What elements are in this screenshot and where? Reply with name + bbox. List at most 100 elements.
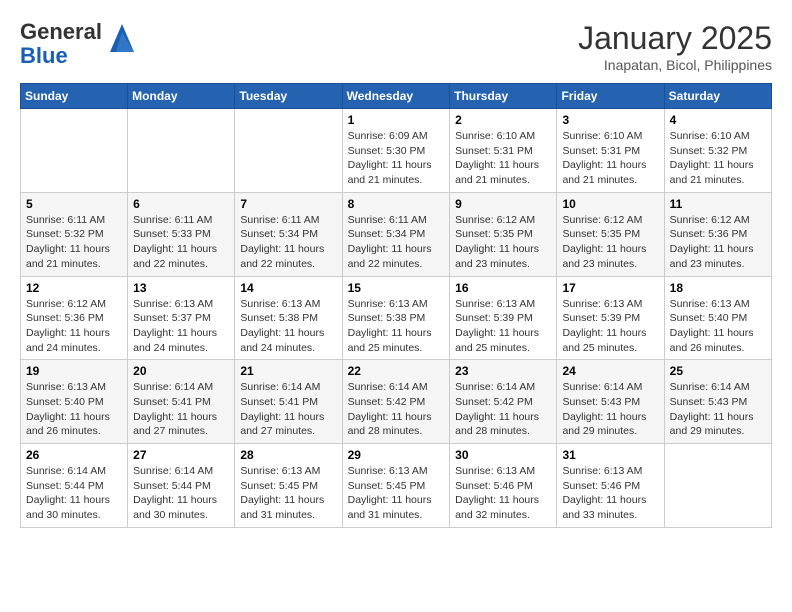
- day-info: Sunrise: 6:13 AMSunset: 5:39 PMDaylight:…: [455, 297, 551, 356]
- calendar-cell: 16 Sunrise: 6:13 AMSunset: 5:39 PMDaylig…: [450, 276, 557, 360]
- day-number: 21: [240, 364, 336, 378]
- calendar-cell: 9 Sunrise: 6:12 AMSunset: 5:35 PMDayligh…: [450, 192, 557, 276]
- calendar-cell: 1 Sunrise: 6:09 AMSunset: 5:30 PMDayligh…: [342, 109, 450, 193]
- day-info: Sunrise: 6:13 AMSunset: 5:45 PMDaylight:…: [240, 464, 336, 523]
- month-title: January 2025: [578, 20, 772, 57]
- day-info: Sunrise: 6:14 AMSunset: 5:41 PMDaylight:…: [240, 380, 336, 439]
- calendar-cell: 28 Sunrise: 6:13 AMSunset: 5:45 PMDaylig…: [235, 444, 342, 528]
- day-info: Sunrise: 6:13 AMSunset: 5:46 PMDaylight:…: [562, 464, 658, 523]
- day-info: Sunrise: 6:11 AMSunset: 5:33 PMDaylight:…: [133, 213, 229, 272]
- weekday-header: Saturday: [664, 84, 771, 109]
- day-number: 19: [26, 364, 122, 378]
- title-block: January 2025 Inapatan, Bicol, Philippine…: [578, 20, 772, 73]
- day-info: Sunrise: 6:12 AMSunset: 5:36 PMDaylight:…: [26, 297, 122, 356]
- day-number: 16: [455, 281, 551, 295]
- weekday-header: Thursday: [450, 84, 557, 109]
- day-number: 25: [670, 364, 766, 378]
- calendar-week-row: 12 Sunrise: 6:12 AMSunset: 5:36 PMDaylig…: [21, 276, 772, 360]
- calendar-cell: 3 Sunrise: 6:10 AMSunset: 5:31 PMDayligh…: [557, 109, 664, 193]
- calendar-table: SundayMondayTuesdayWednesdayThursdayFrid…: [20, 83, 772, 528]
- calendar-cell: 8 Sunrise: 6:11 AMSunset: 5:34 PMDayligh…: [342, 192, 450, 276]
- calendar-cell: 13 Sunrise: 6:13 AMSunset: 5:37 PMDaylig…: [128, 276, 235, 360]
- day-number: 30: [455, 448, 551, 462]
- day-number: 29: [348, 448, 445, 462]
- calendar-cell: 24 Sunrise: 6:14 AMSunset: 5:43 PMDaylig…: [557, 360, 664, 444]
- calendar-week-row: 19 Sunrise: 6:13 AMSunset: 5:40 PMDaylig…: [21, 360, 772, 444]
- calendar-week-row: 5 Sunrise: 6:11 AMSunset: 5:32 PMDayligh…: [21, 192, 772, 276]
- day-info: Sunrise: 6:13 AMSunset: 5:39 PMDaylight:…: [562, 297, 658, 356]
- calendar-week-row: 26 Sunrise: 6:14 AMSunset: 5:44 PMDaylig…: [21, 444, 772, 528]
- day-info: Sunrise: 6:13 AMSunset: 5:37 PMDaylight:…: [133, 297, 229, 356]
- day-number: 5: [26, 197, 122, 211]
- day-info: Sunrise: 6:13 AMSunset: 5:38 PMDaylight:…: [240, 297, 336, 356]
- logo-text: General Blue: [20, 20, 102, 68]
- calendar-week-row: 1 Sunrise: 6:09 AMSunset: 5:30 PMDayligh…: [21, 109, 772, 193]
- weekday-header: Wednesday: [342, 84, 450, 109]
- location-subtitle: Inapatan, Bicol, Philippines: [578, 57, 772, 73]
- day-number: 9: [455, 197, 551, 211]
- day-info: Sunrise: 6:12 AMSunset: 5:36 PMDaylight:…: [670, 213, 766, 272]
- day-number: 11: [670, 197, 766, 211]
- day-info: Sunrise: 6:14 AMSunset: 5:43 PMDaylight:…: [562, 380, 658, 439]
- weekday-header: Sunday: [21, 84, 128, 109]
- day-info: Sunrise: 6:14 AMSunset: 5:44 PMDaylight:…: [26, 464, 122, 523]
- calendar-cell: 2 Sunrise: 6:10 AMSunset: 5:31 PMDayligh…: [450, 109, 557, 193]
- calendar-cell: 18 Sunrise: 6:13 AMSunset: 5:40 PMDaylig…: [664, 276, 771, 360]
- calendar-cell: 27 Sunrise: 6:14 AMSunset: 5:44 PMDaylig…: [128, 444, 235, 528]
- calendar-cell: 12 Sunrise: 6:12 AMSunset: 5:36 PMDaylig…: [21, 276, 128, 360]
- day-number: 17: [562, 281, 658, 295]
- calendar-cell: 20 Sunrise: 6:14 AMSunset: 5:41 PMDaylig…: [128, 360, 235, 444]
- day-number: 24: [562, 364, 658, 378]
- calendar-cell: 25 Sunrise: 6:14 AMSunset: 5:43 PMDaylig…: [664, 360, 771, 444]
- calendar-cell: 17 Sunrise: 6:13 AMSunset: 5:39 PMDaylig…: [557, 276, 664, 360]
- day-info: Sunrise: 6:09 AMSunset: 5:30 PMDaylight:…: [348, 129, 445, 188]
- calendar-cell: [664, 444, 771, 528]
- calendar-cell: 29 Sunrise: 6:13 AMSunset: 5:45 PMDaylig…: [342, 444, 450, 528]
- day-info: Sunrise: 6:14 AMSunset: 5:41 PMDaylight:…: [133, 380, 229, 439]
- weekday-header: Monday: [128, 84, 235, 109]
- calendar-cell: 4 Sunrise: 6:10 AMSunset: 5:32 PMDayligh…: [664, 109, 771, 193]
- day-info: Sunrise: 6:13 AMSunset: 5:40 PMDaylight:…: [26, 380, 122, 439]
- day-info: Sunrise: 6:13 AMSunset: 5:40 PMDaylight:…: [670, 297, 766, 356]
- day-info: Sunrise: 6:13 AMSunset: 5:46 PMDaylight:…: [455, 464, 551, 523]
- calendar-cell: 5 Sunrise: 6:11 AMSunset: 5:32 PMDayligh…: [21, 192, 128, 276]
- day-number: 3: [562, 113, 658, 127]
- day-number: 2: [455, 113, 551, 127]
- day-info: Sunrise: 6:10 AMSunset: 5:31 PMDaylight:…: [562, 129, 658, 188]
- day-number: 27: [133, 448, 229, 462]
- day-number: 26: [26, 448, 122, 462]
- day-number: 20: [133, 364, 229, 378]
- calendar-cell: 22 Sunrise: 6:14 AMSunset: 5:42 PMDaylig…: [342, 360, 450, 444]
- day-info: Sunrise: 6:10 AMSunset: 5:31 PMDaylight:…: [455, 129, 551, 188]
- calendar-cell: 26 Sunrise: 6:14 AMSunset: 5:44 PMDaylig…: [21, 444, 128, 528]
- weekday-header: Friday: [557, 84, 664, 109]
- day-info: Sunrise: 6:11 AMSunset: 5:32 PMDaylight:…: [26, 213, 122, 272]
- day-info: Sunrise: 6:14 AMSunset: 5:44 PMDaylight:…: [133, 464, 229, 523]
- day-number: 31: [562, 448, 658, 462]
- day-number: 8: [348, 197, 445, 211]
- day-number: 4: [670, 113, 766, 127]
- day-info: Sunrise: 6:11 AMSunset: 5:34 PMDaylight:…: [240, 213, 336, 272]
- calendar-cell: 21 Sunrise: 6:14 AMSunset: 5:41 PMDaylig…: [235, 360, 342, 444]
- day-number: 7: [240, 197, 336, 211]
- day-number: 28: [240, 448, 336, 462]
- calendar-cell: 23 Sunrise: 6:14 AMSunset: 5:42 PMDaylig…: [450, 360, 557, 444]
- day-info: Sunrise: 6:12 AMSunset: 5:35 PMDaylight:…: [455, 213, 551, 272]
- day-number: 13: [133, 281, 229, 295]
- calendar-cell: 15 Sunrise: 6:13 AMSunset: 5:38 PMDaylig…: [342, 276, 450, 360]
- calendar-cell: 10 Sunrise: 6:12 AMSunset: 5:35 PMDaylig…: [557, 192, 664, 276]
- calendar-cell: [128, 109, 235, 193]
- day-number: 15: [348, 281, 445, 295]
- day-info: Sunrise: 6:14 AMSunset: 5:42 PMDaylight:…: [348, 380, 445, 439]
- day-info: Sunrise: 6:13 AMSunset: 5:45 PMDaylight:…: [348, 464, 445, 523]
- day-info: Sunrise: 6:14 AMSunset: 5:42 PMDaylight:…: [455, 380, 551, 439]
- calendar-cell: 31 Sunrise: 6:13 AMSunset: 5:46 PMDaylig…: [557, 444, 664, 528]
- day-number: 23: [455, 364, 551, 378]
- day-info: Sunrise: 6:13 AMSunset: 5:38 PMDaylight:…: [348, 297, 445, 356]
- day-info: Sunrise: 6:12 AMSunset: 5:35 PMDaylight:…: [562, 213, 658, 272]
- calendar-cell: 19 Sunrise: 6:13 AMSunset: 5:40 PMDaylig…: [21, 360, 128, 444]
- calendar-cell: [21, 109, 128, 193]
- day-number: 18: [670, 281, 766, 295]
- day-info: Sunrise: 6:14 AMSunset: 5:43 PMDaylight:…: [670, 380, 766, 439]
- day-number: 22: [348, 364, 445, 378]
